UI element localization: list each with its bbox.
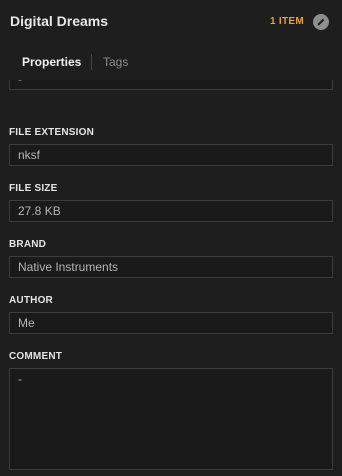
comment-label: COMMENT: [9, 351, 63, 362]
tab-properties[interactable]: Properties: [22, 55, 81, 69]
tab-bar: Properties Tags: [0, 50, 342, 74]
pencil-icon: [316, 17, 326, 27]
file-extension-label: FILE EXTENSION: [9, 127, 95, 138]
comment-textarea[interactable]: -: [9, 368, 333, 470]
panel-header: Digital Dreams 1 ITEM: [0, 0, 342, 44]
item-count-badge: 1 ITEM: [269, 16, 304, 27]
file-extension-field[interactable]: nksf: [9, 144, 333, 166]
partial-field-value[interactable]: -: [9, 80, 333, 90]
brand-field[interactable]: Native Instruments: [9, 256, 333, 278]
properties-list[interactable]: - FILE EXTENSION nksf FILE SIZE 27.8 KB …: [0, 80, 342, 476]
edit-button[interactable]: [313, 14, 329, 30]
brand-label: BRAND: [9, 239, 47, 250]
tab-tags[interactable]: Tags: [103, 55, 128, 69]
file-size-field[interactable]: 27.8 KB: [9, 200, 333, 222]
author-field[interactable]: Me: [9, 312, 333, 334]
panel-title: Digital Dreams: [10, 13, 109, 29]
tab-divider: [91, 54, 92, 70]
file-size-label: FILE SIZE: [9, 183, 58, 194]
author-label: AUTHOR: [9, 295, 53, 306]
